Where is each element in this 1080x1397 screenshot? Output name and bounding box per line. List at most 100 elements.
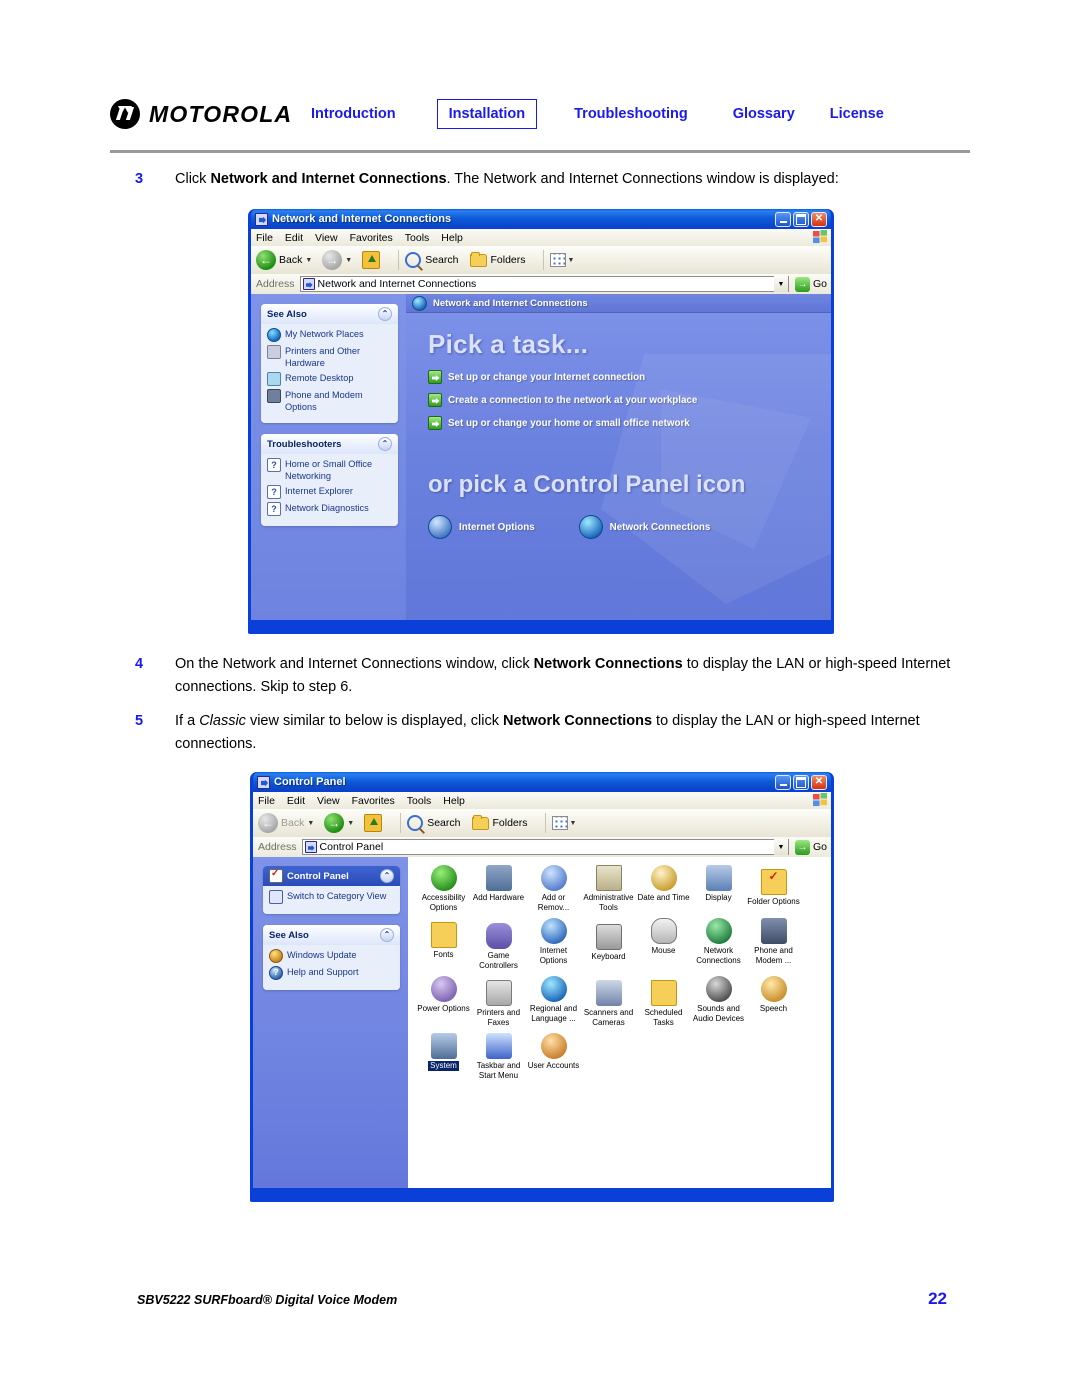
search-button[interactable]: Search: [405, 252, 461, 268]
task-link-create-workplace-connection[interactable]: Create a connection to the network at yo…: [428, 393, 831, 407]
cp-grid-item-mouse[interactable]: Mouse: [636, 918, 691, 970]
cp-icon-internet-options[interactable]: Internet Options: [428, 515, 535, 539]
collapse-chevron-icon[interactable]: ⌃: [378, 437, 392, 451]
task-group-see-also-2-header[interactable]: See Also ⌃: [263, 925, 400, 945]
cp-grid-item-add-remove-programs[interactable]: Add or Remov...: [526, 865, 581, 912]
cp-grid-item-accessibility[interactable]: Accessibility Options: [416, 865, 471, 912]
link-home-or-small-office-networking[interactable]: ? Home or Small Office Networking: [267, 458, 392, 482]
task-link-setup-internet-connection[interactable]: Set up or change your Internet connectio…: [428, 370, 831, 384]
cp-grid-item-taskbar-start-menu[interactable]: Taskbar and Start Menu: [471, 1033, 526, 1080]
address-dropdown-icon[interactable]: ▼: [773, 839, 788, 855]
collapse-chevron-icon[interactable]: ⌃: [380, 928, 394, 942]
menu-help[interactable]: Help: [443, 795, 465, 807]
link-windows-update[interactable]: Windows Update: [269, 949, 394, 963]
address-input[interactable]: Network and Internet Connections ▼: [299, 276, 789, 292]
close-button[interactable]: ✕: [811, 211, 827, 227]
cp-grid-item-phone-modem[interactable]: Phone and Modem ...: [746, 918, 801, 970]
nav-link-license[interactable]: License: [830, 106, 884, 122]
up-button[interactable]: [364, 814, 386, 832]
views-dropdown-icon[interactable]: ▼: [568, 257, 575, 264]
up-button[interactable]: [362, 251, 384, 269]
link-phone-and-modem-options[interactable]: Phone and Modem Options: [267, 389, 392, 413]
menu-tools[interactable]: Tools: [407, 795, 432, 807]
maximize-button[interactable]: [793, 774, 809, 790]
address-dropdown-icon[interactable]: ▼: [773, 276, 788, 292]
task-group-see-also-header[interactable]: See Also ⌃: [261, 304, 398, 324]
go-button[interactable]: → Go: [794, 839, 827, 855]
cp-grid-item-game-controllers[interactable]: Game Controllers: [471, 918, 526, 970]
menu-file[interactable]: File: [256, 232, 273, 244]
task-group-control-panel-header[interactable]: Control Panel ⌃: [263, 866, 400, 886]
window2-titlebar[interactable]: Control Panel ✕: [253, 772, 831, 792]
cp-grid-item-internet-options[interactable]: Internet Options: [526, 918, 581, 970]
cp-grid-item-add-hardware[interactable]: Add Hardware: [471, 865, 526, 912]
cp-grid-item-folder-options[interactable]: Folder Options: [746, 865, 801, 912]
cp-grid-item-administrative-tools[interactable]: Administrative Tools: [581, 865, 636, 912]
menu-help[interactable]: Help: [441, 232, 463, 244]
back-button[interactable]: ← Back ▼: [258, 813, 316, 833]
link-remote-desktop[interactable]: Remote Desktop: [267, 372, 392, 386]
cp-grid-item-system[interactable]: System: [416, 1033, 471, 1080]
cp-grid-item-keyboard[interactable]: Keyboard: [581, 918, 636, 970]
maximize-button[interactable]: [793, 211, 809, 227]
link-printers-and-other-hardware[interactable]: Printers and Other Hardware: [267, 345, 392, 369]
forward-dropdown-icon[interactable]: ▼: [345, 257, 352, 264]
task-group-troubleshooters-header[interactable]: Troubleshooters ⌃: [261, 434, 398, 454]
cp-grid-item-network-connections[interactable]: Network Connections: [691, 918, 746, 970]
window1-titlebar[interactable]: Network and Internet Connections ✕: [251, 209, 831, 229]
minimize-button[interactable]: [775, 774, 791, 790]
cp-grid-item-fonts[interactable]: Fonts: [416, 918, 471, 970]
cp-grid-item-user-accounts[interactable]: User Accounts: [526, 1033, 581, 1080]
cp-grid-item-display[interactable]: Display: [691, 865, 746, 912]
cp-grid-item-scanners-cameras[interactable]: Scanners and Cameras: [581, 976, 636, 1027]
menu-favorites[interactable]: Favorites: [352, 795, 395, 807]
window-network-internet-connections[interactable]: Network and Internet Connections ✕ File …: [248, 209, 834, 634]
menu-edit[interactable]: Edit: [285, 232, 303, 244]
nav-link-introduction[interactable]: Introduction: [311, 106, 396, 122]
link-my-network-places[interactable]: My Network Places: [267, 328, 392, 342]
window1-addressbar[interactable]: Address Network and Internet Connections…: [251, 274, 831, 294]
menu-favorites[interactable]: Favorites: [350, 232, 393, 244]
go-button[interactable]: → Go: [794, 276, 827, 292]
window-control-panel[interactable]: Control Panel ✕ File Edit View Favorites…: [250, 772, 834, 1202]
search-button[interactable]: Search: [407, 815, 463, 831]
views-button[interactable]: ▼: [549, 253, 577, 267]
cp-grid-item-sounds-audio[interactable]: Sounds and Audio Devices: [691, 976, 746, 1027]
menu-edit[interactable]: Edit: [287, 795, 305, 807]
link-help-and-support[interactable]: ? Help and Support: [269, 966, 394, 980]
cp-grid-item-scheduled-tasks[interactable]: Scheduled Tasks: [636, 976, 691, 1027]
window2-addressbar[interactable]: Address Control Panel ▼ → Go: [253, 837, 831, 857]
views-button[interactable]: ▼: [551, 816, 579, 830]
cp-grid-item-date-time[interactable]: Date and Time: [636, 865, 691, 912]
views-dropdown-icon[interactable]: ▼: [570, 820, 577, 827]
task-link-setup-home-office-network[interactable]: Set up or change your home or small offi…: [428, 416, 831, 430]
cp-grid-item-power-options[interactable]: Power Options: [416, 976, 471, 1027]
forward-dropdown-icon[interactable]: ▼: [347, 820, 354, 827]
address-input[interactable]: Control Panel ▼: [301, 839, 789, 855]
cp-grid-item-regional-language[interactable]: Regional and Language ...: [526, 976, 581, 1027]
forward-button[interactable]: → ▼: [324, 813, 356, 833]
menu-view[interactable]: View: [315, 232, 338, 244]
close-button[interactable]: ✕: [811, 774, 827, 790]
back-dropdown-icon[interactable]: ▼: [305, 257, 312, 264]
link-internet-explorer[interactable]: ? Internet Explorer: [267, 485, 392, 499]
window1-menubar[interactable]: File Edit View Favorites Tools Help: [251, 229, 831, 246]
menu-tools[interactable]: Tools: [405, 232, 430, 244]
window2-menubar[interactable]: File Edit View Favorites Tools Help: [253, 792, 831, 809]
folders-button[interactable]: Folders: [471, 814, 531, 830]
back-dropdown-icon[interactable]: ▼: [307, 820, 314, 827]
link-switch-to-category-view[interactable]: Switch to Category View: [269, 890, 394, 904]
menu-view[interactable]: View: [317, 795, 340, 807]
back-button[interactable]: ← Back ▼: [256, 250, 314, 270]
window2-toolbar[interactable]: ← Back ▼ → ▼ Search Folders ▼: [253, 809, 831, 837]
collapse-chevron-icon[interactable]: ⌃: [378, 307, 392, 321]
nav-link-troubleshooting[interactable]: Troubleshooting: [574, 106, 688, 122]
cp-grid-item-printers-faxes[interactable]: Printers and Faxes: [471, 976, 526, 1027]
window1-toolbar[interactable]: ← Back ▼ → ▼ Search Folders ▼: [251, 246, 831, 274]
menu-file[interactable]: File: [258, 795, 275, 807]
nav-link-installation[interactable]: Installation: [436, 99, 538, 129]
folders-button[interactable]: Folders: [469, 251, 529, 267]
nav-link-glossary[interactable]: Glossary: [733, 106, 795, 122]
cp-grid-item-speech[interactable]: Speech: [746, 976, 801, 1027]
forward-button[interactable]: → ▼: [322, 250, 354, 270]
